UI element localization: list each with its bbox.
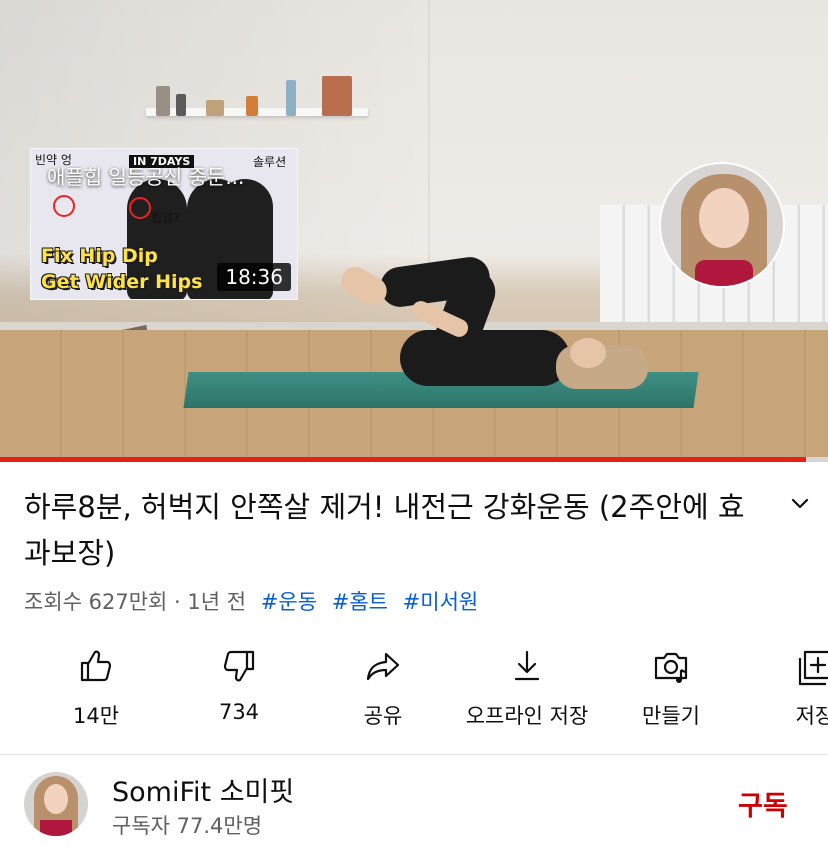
wall-shelf xyxy=(146,76,368,116)
video-metadata: 조회수 627만회 · 1년 전 #운동 #홈트 #미서원 xyxy=(24,586,478,616)
upload-age: 1년 전 xyxy=(187,590,247,614)
save-playlist-icon xyxy=(798,650,828,686)
like-icon xyxy=(80,650,112,682)
channel-avatar-overlay[interactable] xyxy=(659,162,785,288)
end-card-title: 애플힙 일등공신 중둔... xyxy=(47,165,245,189)
download-icon xyxy=(514,650,540,681)
subscribe-button[interactable]: 구독 xyxy=(738,784,788,823)
save-button[interactable]: 저장 xyxy=(735,640,828,730)
video-player[interactable]: IN 7DAYS 빈약 엉 솔루션 힙덥? 애플힙 일등공신 중둔... Fix… xyxy=(0,0,828,460)
thumbnail-note: 솔루션 xyxy=(253,155,287,169)
action-bar: 14만 734 공유 오프라인 저장 만들기 저장 xyxy=(0,640,828,740)
video-duration: 18:36 xyxy=(217,263,291,291)
view-count: 조회수 627만회 xyxy=(24,590,168,614)
meta-separator: · xyxy=(174,590,181,614)
like-button[interactable]: 14만 xyxy=(16,640,176,730)
thumbnail-caption: Fix Hip Dip xyxy=(41,245,158,267)
wall-corner xyxy=(428,0,430,300)
hashtag-link[interactable]: #미서원 xyxy=(403,590,479,614)
dislike-button[interactable]: 734 xyxy=(159,640,319,724)
end-card-video[interactable]: IN 7DAYS 빈약 엉 솔루션 힙덥? 애플힙 일등공신 중둔... Fix… xyxy=(30,148,298,300)
save-label: 저장 xyxy=(795,704,828,728)
thumbnail-note: 힙덥? xyxy=(151,211,180,225)
highlight-ring xyxy=(53,195,75,217)
create-icon xyxy=(654,652,688,683)
share-button[interactable]: 공유 xyxy=(303,640,463,730)
download-label: 오프라인 저장 xyxy=(465,704,589,728)
dislike-icon xyxy=(223,650,255,682)
create-label: 만들기 xyxy=(642,704,700,728)
download-button[interactable]: 오프라인 저장 xyxy=(447,640,607,730)
divider xyxy=(0,754,828,755)
share-label: 공유 xyxy=(363,704,403,728)
person-face xyxy=(570,338,606,368)
channel-avatar[interactable] xyxy=(24,772,88,836)
like-count: 14만 xyxy=(72,704,120,728)
create-button[interactable]: 만들기 xyxy=(591,640,751,730)
person-torso xyxy=(400,330,570,386)
hashtag-link[interactable]: #홈트 xyxy=(332,590,388,614)
chevron-down-icon[interactable] xyxy=(786,492,814,516)
thumbnail-caption: Get Wider Hips xyxy=(41,271,203,293)
video-title[interactable]: 하루8분, 허벅지 안쪽살 제거! 내전근 강화운동 (2주안에 효과보장) xyxy=(24,484,754,576)
hashtag-link[interactable]: #운동 xyxy=(261,590,317,614)
channel-name[interactable]: SomiFit 소미핏 xyxy=(112,770,294,809)
progress-bar-fill xyxy=(0,457,806,462)
dislike-count: 734 xyxy=(218,700,260,724)
highlight-ring xyxy=(129,197,151,219)
progress-bar[interactable] xyxy=(0,457,828,462)
subscriber-count: 구독자 77.4만명 xyxy=(112,814,263,838)
share-icon xyxy=(366,652,400,681)
